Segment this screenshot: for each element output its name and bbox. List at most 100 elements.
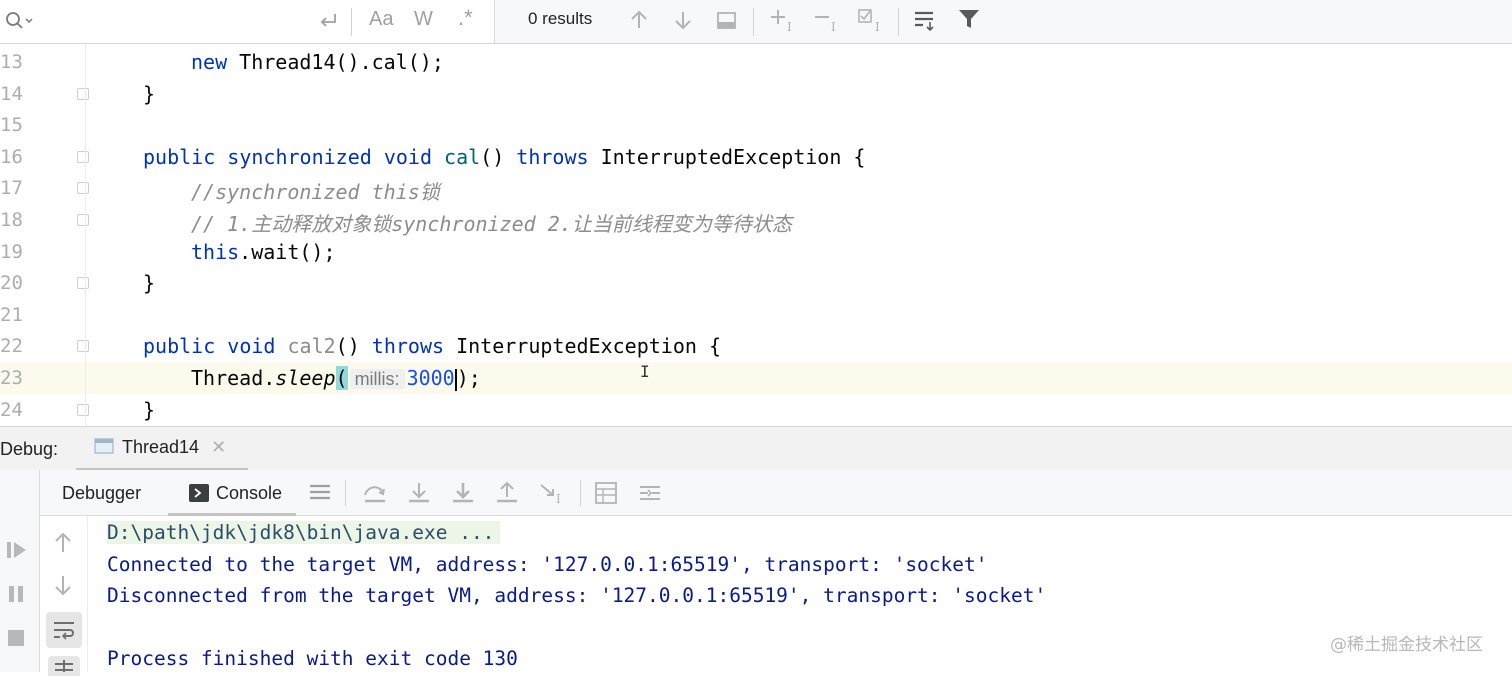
line-number: 13 bbox=[0, 51, 23, 73]
code-line[interactable]: 14} bbox=[0, 78, 1512, 110]
step-out-icon[interactable] bbox=[494, 481, 520, 505]
scroll-down-icon[interactable] bbox=[52, 572, 74, 598]
code-token: Thread. bbox=[191, 366, 276, 390]
line-number: 22 bbox=[0, 335, 23, 358]
code-text: this.wait(); bbox=[191, 240, 336, 264]
fold-marker-icon[interactable] bbox=[77, 182, 89, 195]
code-editor[interactable]: 13 new Thread14().cal(); 14} 15 16 public syn… bbox=[0, 44, 1512, 426]
remove-occurrence-icon[interactable]: I bbox=[812, 6, 842, 34]
console-actions-column bbox=[40, 516, 88, 676]
tab-thread14-label: Thread14 bbox=[122, 437, 200, 457]
code-token: cal bbox=[444, 144, 481, 169]
console-line: Connected to the target VM, address: '12… bbox=[107, 552, 988, 576]
code-line[interactable]: 16 public synchronized void cal() throws … bbox=[0, 141, 1512, 173]
step-over-icon[interactable] bbox=[362, 481, 388, 505]
resume-program-icon[interactable] bbox=[6, 540, 28, 560]
code-token: throws bbox=[371, 334, 445, 359]
scroll-up-icon[interactable] bbox=[52, 530, 74, 556]
regex-button[interactable]: .* bbox=[458, 7, 473, 29]
gutter-divider bbox=[85, 44, 86, 426]
line-number: 16 bbox=[0, 145, 23, 168]
code-line[interactable]: 23 Thread.sleep(millis: 3000); bbox=[0, 362, 1512, 394]
add-occurrence-icon[interactable]: I bbox=[768, 6, 798, 34]
tab-thread14[interactable]: Thread14 ✕ bbox=[76, 427, 248, 471]
code-line[interactable]: 24} bbox=[0, 394, 1512, 426]
mouse-ibeam-cursor: I bbox=[640, 362, 650, 381]
code-text: } bbox=[143, 271, 155, 295]
whole-words-button[interactable]: W bbox=[414, 9, 433, 29]
search-input[interactable] bbox=[40, 8, 300, 34]
code-line[interactable]: 19 this.wait(); bbox=[0, 236, 1512, 268]
code-token: //synchronized this锁 bbox=[191, 180, 440, 205]
tab-debugger[interactable]: Debugger bbox=[62, 483, 141, 504]
code-text: } bbox=[143, 82, 155, 106]
fold-marker-icon[interactable] bbox=[77, 87, 89, 100]
search-options-icon[interactable] bbox=[912, 7, 938, 33]
tab-console[interactable]: Console bbox=[216, 483, 282, 504]
code-text: new Thread14().cal(); bbox=[191, 50, 444, 74]
scroll-to-end-icon[interactable] bbox=[48, 656, 80, 676]
console-line: Disconnected from the target VM, address… bbox=[107, 584, 1047, 607]
code-line[interactable]: 17 //synchronized this锁 bbox=[0, 172, 1512, 204]
fold-marker-icon[interactable] bbox=[77, 277, 89, 290]
run-to-cursor-icon[interactable]: I bbox=[538, 481, 566, 505]
code-token: } bbox=[143, 81, 156, 106]
previous-occurrence-icon[interactable] bbox=[628, 8, 650, 32]
search-results-count: 0 results bbox=[528, 9, 593, 28]
code-token: this bbox=[191, 239, 240, 264]
svg-text:I: I bbox=[831, 20, 836, 34]
trace-streams-icon[interactable] bbox=[638, 481, 662, 505]
search-icon[interactable] bbox=[4, 10, 34, 32]
filter-icon[interactable] bbox=[956, 7, 982, 33]
line-number: 14 bbox=[0, 82, 23, 105]
svg-text:I: I bbox=[787, 20, 792, 34]
console-output[interactable]: D:\path\jdk\jdk8\bin\java.exe ... Connect… bbox=[88, 516, 1512, 672]
layout-menu-icon[interactable] bbox=[308, 482, 332, 504]
close-tab-icon[interactable]: ✕ bbox=[211, 437, 226, 458]
step-into-icon[interactable] bbox=[406, 481, 432, 505]
code-token: () bbox=[480, 144, 517, 169]
code-token: 3000 bbox=[406, 366, 455, 390]
code-token: } bbox=[143, 271, 156, 296]
evaluate-expression-icon[interactable] bbox=[594, 481, 618, 505]
find-bar: Aa W .* 0 results I I I bbox=[0, 0, 1512, 44]
match-case-button[interactable]: Aa bbox=[369, 9, 393, 29]
code-line[interactable]: 13 new Thread14().cal(); bbox=[0, 46, 1512, 78]
code-line[interactable]: 18 // 1.主动释放对象锁synchronized 2.让当前线程变为等待状态 bbox=[0, 204, 1512, 236]
code-token: sleep bbox=[275, 366, 336, 390]
debug-tool-window-header: Debug: Thread14 ✕ bbox=[0, 426, 1512, 471]
code-token: // 1.主动释放对象锁synchronized 2.让当前线程变为等待状态 bbox=[191, 212, 792, 236]
code-token: InterruptedException { bbox=[588, 144, 866, 169]
code-token: new bbox=[191, 50, 228, 74]
line-number: 23 bbox=[0, 367, 23, 389]
select-all-occurrences-icon[interactable] bbox=[716, 8, 738, 32]
code-token: ); bbox=[456, 366, 481, 390]
fold-marker-icon[interactable] bbox=[77, 214, 89, 226]
force-step-into-icon[interactable] bbox=[450, 481, 476, 505]
fold-marker-icon[interactable] bbox=[77, 340, 89, 353]
svg-text:I: I bbox=[875, 20, 880, 34]
fold-marker-icon[interactable] bbox=[77, 150, 89, 163]
console-icon bbox=[189, 484, 209, 502]
code-line[interactable]: 15 bbox=[0, 109, 1512, 141]
code-token: InterruptedException { bbox=[444, 334, 721, 359]
code-line[interactable]: 22 public void cal2() throws InterruptedE… bbox=[0, 330, 1512, 362]
fold-marker-icon[interactable] bbox=[77, 403, 89, 416]
code-token: ( bbox=[335, 366, 348, 390]
run-config-icon bbox=[94, 437, 114, 459]
search-field-container[interactable]: Aa W .* bbox=[0, 0, 495, 43]
line-number: 21 bbox=[0, 303, 23, 326]
soft-wrap-icon[interactable] bbox=[46, 612, 82, 648]
pause-program-icon[interactable] bbox=[6, 584, 26, 604]
new-line-icon[interactable] bbox=[316, 10, 340, 32]
stop-icon[interactable] bbox=[6, 628, 26, 648]
code-token: throws bbox=[516, 144, 589, 169]
code-line[interactable]: 21 bbox=[0, 299, 1512, 331]
code-token: .wait(); bbox=[239, 239, 336, 264]
next-occurrence-icon[interactable] bbox=[672, 8, 694, 32]
select-all-checkmark-icon[interactable]: I bbox=[856, 6, 886, 34]
code-line[interactable]: 20} bbox=[0, 267, 1512, 299]
line-number: 20 bbox=[0, 272, 23, 295]
code-text: } bbox=[143, 398, 155, 422]
code-text: //synchronized this锁 bbox=[191, 176, 440, 205]
